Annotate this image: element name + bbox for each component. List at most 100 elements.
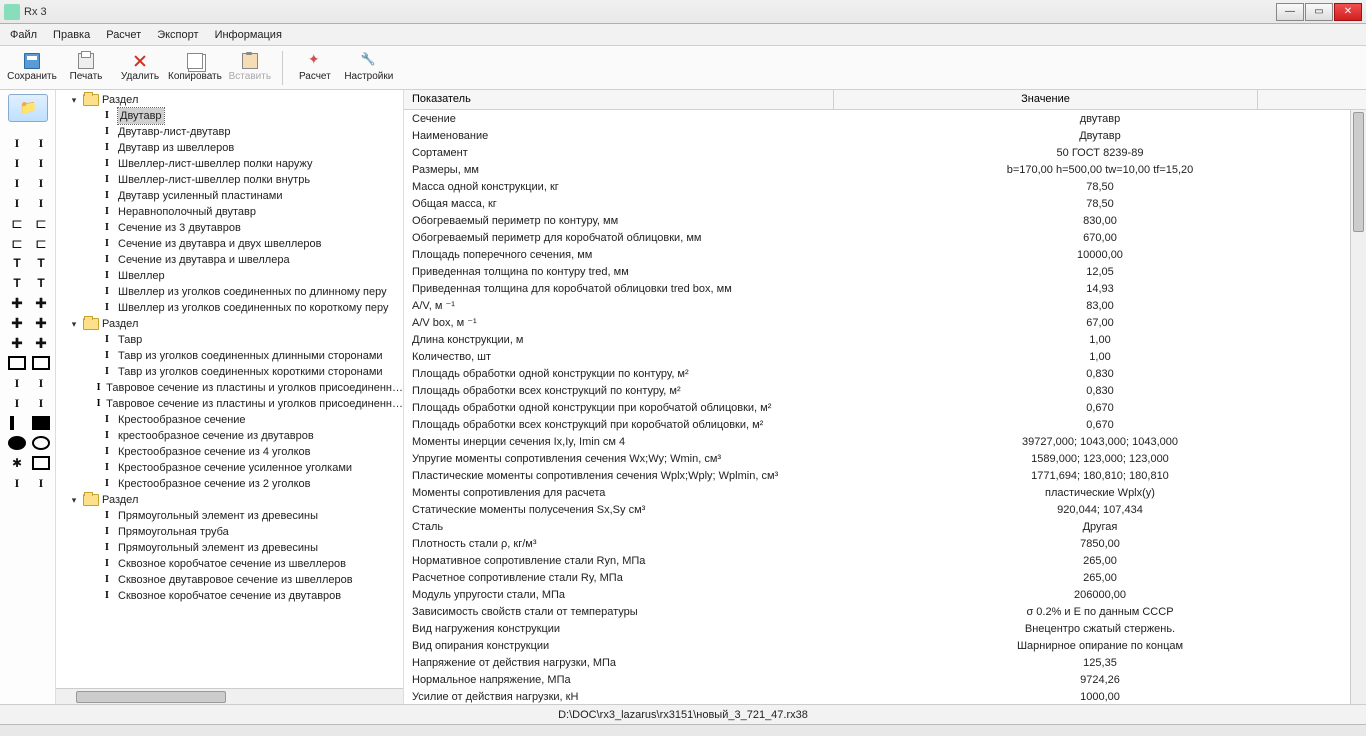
palette-shape[interactable] xyxy=(8,236,26,250)
property-row[interactable]: Упругие моменты сопротивления сечения Wx… xyxy=(404,450,1366,467)
tree-item[interactable]: IТавр из уголков соединенных длинными ст… xyxy=(58,348,403,364)
menu-правка[interactable]: Правка xyxy=(45,26,98,44)
property-row[interactable]: Напряжение от действия нагрузки, МПа125,… xyxy=(404,654,1366,671)
palette-shape[interactable] xyxy=(8,156,26,170)
tree-item[interactable]: IКрестообразное сечение усиленное уголка… xyxy=(58,460,403,476)
palette-shape[interactable] xyxy=(32,396,50,410)
palette-shape[interactable] xyxy=(8,456,26,470)
tree-item[interactable]: IПрямоугольный элемент из древесины xyxy=(58,508,403,524)
property-row[interactable]: A/V box, м ⁻¹67,00 xyxy=(404,314,1366,331)
palette-shape[interactable] xyxy=(10,416,14,430)
tree-item[interactable]: IТавр из уголков соединенных короткими с… xyxy=(58,364,403,380)
property-row[interactable]: Площадь обработки всех конструкций по ко… xyxy=(404,382,1366,399)
palette-shape[interactable] xyxy=(8,316,26,330)
palette-shape[interactable] xyxy=(8,396,26,410)
toolbar-save-button[interactable]: Сохранить xyxy=(6,48,58,88)
palette-shape[interactable] xyxy=(32,196,50,210)
palette-shape[interactable] xyxy=(32,236,50,250)
palette-shape[interactable] xyxy=(32,296,50,310)
property-row[interactable]: Масса одной конструкции, кг78,50 xyxy=(404,178,1366,195)
toolbar-print-button[interactable]: Печать xyxy=(60,48,112,88)
property-row[interactable]: Площадь обработки всех конструкций при к… xyxy=(404,416,1366,433)
property-row[interactable]: Площадь поперечного сечения, мм10000,00 xyxy=(404,246,1366,263)
tree-item[interactable]: IСечение из 3 двутавров xyxy=(58,220,403,236)
palette-shape[interactable] xyxy=(8,296,26,310)
property-row[interactable]: Зависимость свойств стали от температуры… xyxy=(404,603,1366,620)
tree-item[interactable]: IШвеллер xyxy=(58,268,403,284)
section-node[interactable]: ▾Раздел xyxy=(58,316,403,332)
tree-item[interactable]: IПрямоугольный элемент из древесины xyxy=(58,540,403,556)
tree-item[interactable]: IШвеллер-лист-швеллер полки внутрь xyxy=(58,172,403,188)
property-row[interactable]: Обогреваемый периметр для коробчатой обл… xyxy=(404,229,1366,246)
palette-shape[interactable] xyxy=(32,136,50,150)
property-row[interactable]: Общая масса, кг78,50 xyxy=(404,195,1366,212)
property-row[interactable]: Приведенная толщина для коробчатой облиц… xyxy=(404,280,1366,297)
menu-информация[interactable]: Информация xyxy=(207,26,290,44)
palette-shape[interactable] xyxy=(32,156,50,170)
tree-item[interactable]: IКрестообразное сечение из 2 уголков xyxy=(58,476,403,492)
tree-item[interactable]: Iкрестообразное сечение из двутавров xyxy=(58,428,403,444)
maximize-button[interactable]: ▭ xyxy=(1305,3,1333,21)
property-row[interactable]: Количество, шт1,00 xyxy=(404,348,1366,365)
property-row[interactable]: Площадь обработки одной конструкции при … xyxy=(404,399,1366,416)
menu-экспорт[interactable]: Экспорт xyxy=(149,26,206,44)
property-row[interactable]: НаименованиеДвутавр xyxy=(404,127,1366,144)
tree-item[interactable]: IСечение из двутавра и двух швеллеров xyxy=(58,236,403,252)
property-row[interactable]: Усилие от действия нагрузки, кН1000,00 xyxy=(404,688,1366,704)
property-row[interactable]: Моменты инерции сечения Ix,Iy, Imin см 4… xyxy=(404,433,1366,450)
tree-item[interactable]: IТавр xyxy=(58,332,403,348)
tree-item[interactable]: IСечение из двутавра и швеллера xyxy=(58,252,403,268)
horizontal-scrollbar[interactable] xyxy=(56,688,403,704)
palette-shape[interactable] xyxy=(8,336,26,350)
minimize-button[interactable]: — xyxy=(1276,3,1304,21)
vertical-scrollbar[interactable] xyxy=(1350,110,1366,704)
palette-shape[interactable] xyxy=(8,276,26,290)
palette-shape[interactable] xyxy=(32,456,50,470)
property-row[interactable]: Обогреваемый периметр по контуру, мм830,… xyxy=(404,212,1366,229)
tree-item[interactable]: IТавровое сечение из пластины и уголков … xyxy=(58,380,403,396)
tree-item[interactable]: IТавровое сечение из пластины и уголков … xyxy=(58,396,403,412)
palette-shape[interactable] xyxy=(32,216,50,230)
tree-item[interactable]: IКрестообразное сечение из 4 уголков xyxy=(58,444,403,460)
property-row[interactable]: Приведенная толщина по контуру tred, мм1… xyxy=(404,263,1366,280)
toolbar-delete-button[interactable]: Удалить xyxy=(114,48,166,88)
property-row[interactable]: Статические моменты полусечения Sx,Sy см… xyxy=(404,501,1366,518)
palette-shape[interactable] xyxy=(8,436,26,450)
palette-shape[interactable] xyxy=(32,476,50,490)
palette-shape[interactable] xyxy=(32,416,50,430)
property-row[interactable]: Вид опирания конструкцииШарнирное опиран… xyxy=(404,637,1366,654)
property-row[interactable]: Вид нагружения конструкцииВнецентро сжат… xyxy=(404,620,1366,637)
toolbar-settings-button[interactable]: Настройки xyxy=(343,48,395,88)
tree-item[interactable]: IДвутавр xyxy=(58,108,403,124)
palette-shape[interactable] xyxy=(32,336,50,350)
section-node[interactable]: ▾Раздел xyxy=(58,492,403,508)
property-row[interactable]: Длина конструкции, м1,00 xyxy=(404,331,1366,348)
tree-item[interactable]: IСквозное коробчатое сечение из двутавро… xyxy=(58,588,403,604)
property-row[interactable]: Моменты сопротивления для расчетапластич… xyxy=(404,484,1366,501)
tree-item[interactable]: IПрямоугольная труба xyxy=(58,524,403,540)
palette-shape[interactable] xyxy=(8,216,26,230)
palette-shape[interactable] xyxy=(8,356,26,370)
menu-расчет[interactable]: Расчет xyxy=(98,26,149,44)
palette-shape[interactable] xyxy=(32,256,50,270)
section-node[interactable]: ▾Раздел xyxy=(58,92,403,108)
property-row[interactable]: Пластические моменты сопротивления сечен… xyxy=(404,467,1366,484)
tree-item[interactable]: IСквозное коробчатое сечение из швеллеро… xyxy=(58,556,403,572)
property-row[interactable]: Сортамент50 ГОСТ 8239-89 xyxy=(404,144,1366,161)
palette-shape[interactable] xyxy=(8,176,26,190)
property-row[interactable]: Модуль упругости стали, МПа206000,00 xyxy=(404,586,1366,603)
palette-shape[interactable] xyxy=(8,376,26,390)
palette-shape[interactable] xyxy=(32,316,50,330)
folder-icon[interactable] xyxy=(8,94,48,122)
column-header-name[interactable]: Показатель xyxy=(404,90,834,109)
column-header-value[interactable]: Значение xyxy=(834,90,1258,109)
tree-item[interactable]: IДвутавр усиленный пластинами xyxy=(58,188,403,204)
property-row[interactable]: Плотность стали ρ, кг/м³7850,00 xyxy=(404,535,1366,552)
property-row[interactable]: A/V, м ⁻¹83,00 xyxy=(404,297,1366,314)
property-row[interactable]: Сечениедвутавр xyxy=(404,110,1366,127)
property-row[interactable]: Нормативное сопротивление стали Ryn, МПа… xyxy=(404,552,1366,569)
palette-shape[interactable] xyxy=(32,176,50,190)
close-button[interactable]: ✕ xyxy=(1334,3,1362,21)
property-row[interactable]: Расчетное сопротивление стали Ry, МПа265… xyxy=(404,569,1366,586)
palette-shape[interactable] xyxy=(8,196,26,210)
